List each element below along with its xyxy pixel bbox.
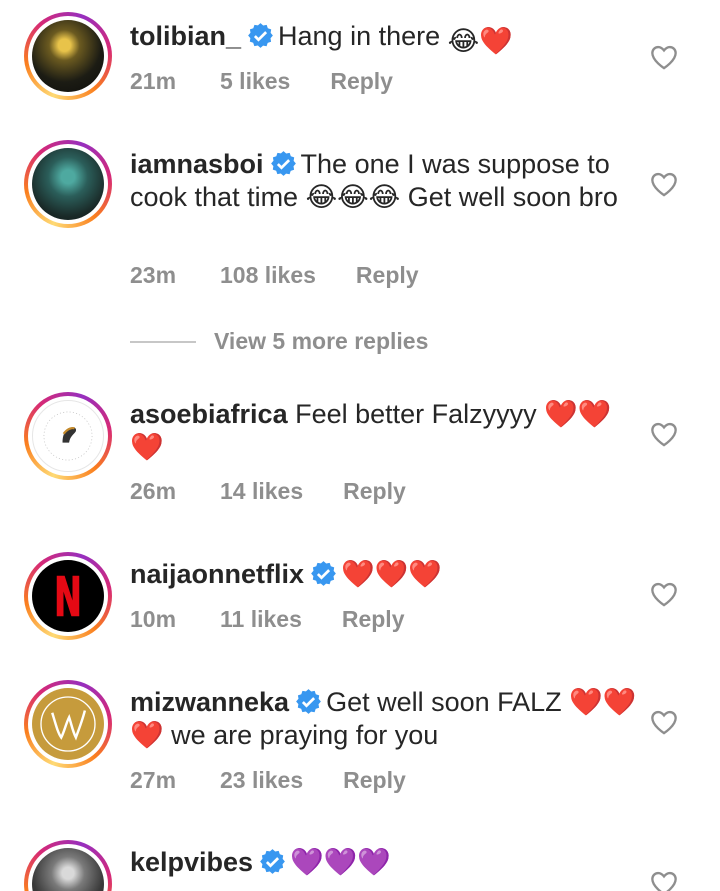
comment-text: kelpvibes 💜💜💜 [130,846,640,879]
comment-likes[interactable]: 23 likes [220,767,303,794]
avatar[interactable] [24,140,112,228]
verified-badge-icon [260,849,285,874]
verified-badge-icon [248,23,273,48]
comment-text: mizwanneka Get well soon FALZ ❤️❤️❤️ we a… [130,686,640,752]
brand-logo-icon [43,411,93,461]
comment-text: tolibian_ Hang in there 😂❤️ [130,20,640,58]
reply-button[interactable]: Reply [330,68,393,95]
like-heart-icon[interactable] [650,171,678,197]
avatar[interactable] [24,392,112,480]
comment-time: 23m [130,262,177,288]
verified-badge-icon [296,689,321,714]
view-replies-label[interactable]: View 5 more replies [214,328,428,355]
comment-meta: 21m 5 likes Reply [130,68,393,95]
netflix-logo-icon [56,575,80,617]
emojis: 😂❤️ [447,26,513,56]
comment-time: 27m [130,767,177,793]
comment-likes[interactable]: 11 likes [220,606,302,633]
comment-meta: 26m 14 likes Reply [130,478,406,505]
like-heart-icon[interactable] [650,709,678,735]
username[interactable]: naijaonnetflix [130,559,304,589]
comment-body: ❤️❤️❤️ [341,559,442,589]
username[interactable]: iamnasboi [130,149,264,179]
username[interactable]: asoebiafrica [130,399,288,429]
avatar[interactable] [24,840,112,891]
comment-text: naijaonnetflix ❤️❤️❤️ [130,558,640,591]
comment-time: 26m [130,478,177,504]
comment-text: asoebiafrica Feel better Falzyyyy ❤️❤️❤️ [130,398,640,464]
like-heart-icon[interactable] [650,581,678,607]
comment-meta: 10m 11 likes Reply [130,606,405,633]
comment-meta: 23m 108 likes Reply [130,262,419,289]
comment-body: Hang in there [278,21,441,51]
reply-button[interactable]: Reply [343,478,406,505]
avatar[interactable] [24,680,112,768]
comment-body: 💜💜💜 [290,847,391,877]
avatar[interactable] [24,552,112,640]
comment-time: 10m [130,606,177,632]
username[interactable]: tolibian_ [130,21,241,51]
view-more-replies[interactable]: View 5 more replies [130,328,428,355]
brand-logo-icon [40,696,96,752]
verified-badge-icon [270,151,296,176]
comment-time: 21m [130,68,177,94]
reply-button[interactable]: Reply [343,767,406,794]
reply-button[interactable]: Reply [342,606,405,633]
comment-likes[interactable]: 108 likes [220,262,316,289]
username[interactable]: mizwanneka [130,687,289,717]
comment-text: iamnasboi The one I was suppose to cook t… [130,148,640,214]
avatar[interactable] [24,12,112,100]
reply-button[interactable]: Reply [356,262,419,289]
like-heart-icon[interactable] [650,44,678,70]
comment-likes[interactable]: 5 likes [220,68,290,95]
comment-likes[interactable]: 14 likes [220,478,303,505]
username[interactable]: kelpvibes [130,847,253,877]
divider [130,340,196,343]
like-heart-icon[interactable] [650,870,678,891]
like-heart-icon[interactable] [650,421,678,447]
comment-meta: 27m 23 likes Reply [130,767,406,794]
verified-badge-icon [311,561,336,586]
